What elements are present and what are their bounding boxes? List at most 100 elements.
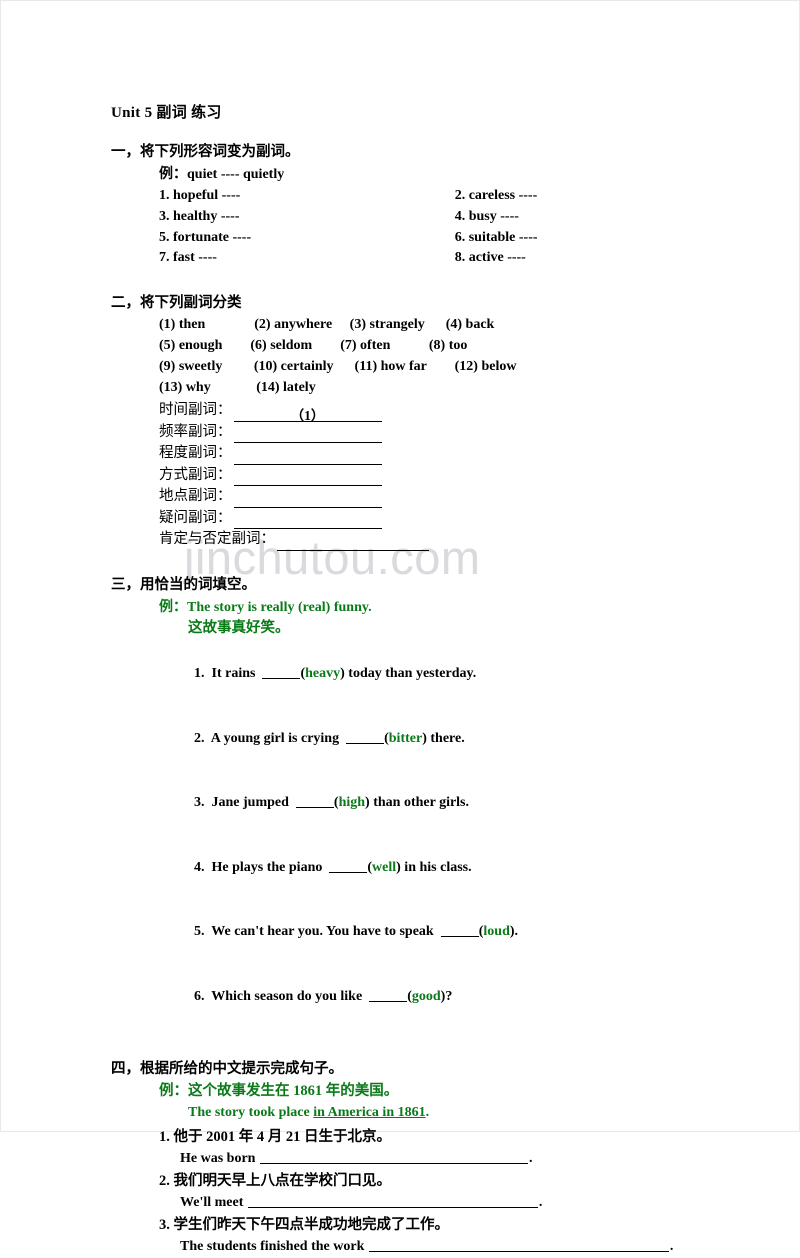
answer-blank[interactable] xyxy=(369,988,408,1002)
category-label: 方式副词： xyxy=(159,466,232,483)
category-answer-blank[interactable]: （1） xyxy=(233,405,382,423)
fill-blank-question: 3. Jane jumped (high) than other girls. xyxy=(194,794,470,811)
answer-blank[interactable] xyxy=(247,1193,538,1208)
question-number: 6. xyxy=(194,988,205,1004)
adjective-item: 5. fortunate ---- xyxy=(159,229,252,245)
question-post: ). xyxy=(509,924,519,940)
category-answer-blank[interactable] xyxy=(277,534,429,551)
word-bank-line: (5) enough (6) seldom (7) often (8) too xyxy=(159,337,468,353)
category-answer-blank[interactable] xyxy=(233,512,382,530)
question-number: 2. xyxy=(194,730,205,746)
example-en-answer: in America in 1861 xyxy=(313,1105,426,1121)
section-three: 三，用恰当的词填空。 例：The story is really (real) … xyxy=(111,573,711,1029)
question-post: ) than other girls. xyxy=(365,795,470,811)
document-content: Unit 5 副词 练习 一，将下列形容词变为副词。 例：quiet ---- … xyxy=(111,101,711,1258)
category-row: 地点副词： xyxy=(159,486,711,508)
adjective-row: 7. fast ---- 8. active ---- xyxy=(159,248,711,269)
section-three-questions: 1. It rains (heavy) today than yesterday… xyxy=(159,642,711,1029)
section-one-items: 1. hopeful ---- 2. careless ---- 3. heal… xyxy=(159,186,711,269)
answer-stem: We'll meet xyxy=(180,1194,244,1210)
category-answer-blank[interactable] xyxy=(233,448,382,465)
word-bank-line: (1) then (2) anywhere (3) strangely (4) … xyxy=(159,317,495,333)
question-pre: We can't hear you. You have to speak xyxy=(211,924,441,940)
category-label: 时间副词： xyxy=(159,402,232,419)
answer-blank[interactable] xyxy=(262,665,301,680)
example-en-pre: The story took place xyxy=(188,1105,314,1121)
category-answer-blank[interactable] xyxy=(233,469,382,487)
section-one-example: 例：quiet ---- quietly xyxy=(159,167,285,182)
example-en-line: 例：The story is really (real) funny. xyxy=(159,597,711,618)
section-three-example: 例：The story is really (real) funny. 这故事真… xyxy=(159,597,711,639)
question-number: 5. xyxy=(194,924,205,940)
category-row: 方式副词： xyxy=(159,465,711,487)
adjective-item: 7. fast ---- xyxy=(159,250,217,266)
translation-prompt: 1. 他于 2001 年 4 月 21 日生于北京。 xyxy=(159,1126,711,1148)
answer-blank[interactable] xyxy=(329,859,368,873)
question-pre: Jane jumped xyxy=(211,795,296,811)
fill-blank-question: 1. It rains (heavy) today than yesterday… xyxy=(194,665,477,682)
fill-blank-question: 2. A young girl is crying (bitter) there… xyxy=(194,730,465,746)
word-cue: good xyxy=(411,988,441,1004)
answer-stem: He was born xyxy=(180,1150,256,1166)
answer-blank[interactable] xyxy=(295,794,334,809)
word-cue: well xyxy=(372,859,397,875)
item-number: 1. xyxy=(159,1128,170,1145)
answer-stem: The students finished the work xyxy=(180,1238,365,1254)
section-two-word-bank: (1) then (2) anywhere (3) strangely (4) … xyxy=(159,315,711,398)
adjective-item: 2. careless ---- xyxy=(454,188,538,203)
question-post: ) today than yesterday. xyxy=(340,666,477,682)
word-cue: bitter xyxy=(388,730,423,746)
word-cue: heavy xyxy=(305,666,341,682)
word-cue: loud xyxy=(483,924,510,940)
category-answer-blank[interactable] xyxy=(233,426,382,444)
prompt-cn: 他于 2001 年 4 月 21 日生于北京。 xyxy=(173,1128,392,1145)
example-label: 例： xyxy=(159,599,187,615)
fill-blank-question: 6. Which season do you like (good)? xyxy=(194,988,453,1004)
answer-blank[interactable] xyxy=(346,730,385,744)
category-row: 时间副词： （1） xyxy=(159,400,711,423)
category-answer-blank[interactable] xyxy=(233,491,382,508)
example-cn-text: 这个故事发生在 1861 年的美国。 xyxy=(188,1082,399,1099)
translation-answer-line: The students finished the work . xyxy=(180,1237,674,1254)
question-number: 4. xyxy=(194,859,205,875)
category-label: 肯定与否定副词： xyxy=(159,531,275,548)
section-four-heading: 四，根据所给的中文提示完成句子。 xyxy=(111,1060,343,1077)
question-post: )? xyxy=(440,988,453,1004)
example-en-post: . xyxy=(425,1105,430,1121)
adjective-row: 5. fortunate ---- 6. suitable ---- xyxy=(159,228,711,249)
word-cue: high xyxy=(338,795,366,811)
section-two: 二，将下列副词分类 (1) then (2) anywhere (3) stra… xyxy=(111,291,711,551)
category-row: 程度副词： xyxy=(159,443,711,465)
question-pre: He plays the piano xyxy=(211,859,330,875)
adjective-item: 8. active ---- xyxy=(454,250,526,266)
section-four-example: 例：这个故事发生在 1861 年的美国。 The story took plac… xyxy=(159,1081,711,1124)
question-post: ) in his class. xyxy=(396,859,472,875)
translation-item: 2. 我们明天早上八点在学校门口见。 We'll meet . xyxy=(159,1170,711,1214)
prompt-cn: 我们明天早上八点在学校门口见。 xyxy=(173,1172,392,1189)
category-row: 肯定与否定副词： xyxy=(159,529,711,551)
translation-prompt: 2. 我们明天早上八点在学校门口见。 xyxy=(159,1170,711,1192)
fill-blank-question: 5. We can't hear you. You have to speak … xyxy=(194,923,519,940)
section-four: 四，根据所给的中文提示完成句子。 例：这个故事发生在 1861 年的美国。 Th… xyxy=(111,1057,711,1258)
adjective-row: 3. healthy ---- 4. busy ---- xyxy=(159,207,711,228)
translation-answer-line: We'll meet . xyxy=(180,1193,543,1210)
word-bank-line: (9) sweetly (10) certainly (11) how far … xyxy=(159,358,517,374)
question-pre: It rains xyxy=(211,666,263,682)
answer-blank[interactable] xyxy=(259,1149,528,1164)
translation-prompt: 3. 学生们昨天下午四点半成功地完成了工作。 xyxy=(159,1214,711,1236)
example-label: 例： xyxy=(159,1082,188,1099)
adjective-item: 6. suitable ---- xyxy=(454,229,538,245)
item-number: 2. xyxy=(159,1172,170,1189)
category-label: 程度副词： xyxy=(159,445,232,462)
section-four-items: 1. 他于 2001 年 4 月 21 日生于北京。 He was born .… xyxy=(159,1126,711,1258)
example-en-text: The story is really (real) funny. xyxy=(187,599,372,615)
translation-item: 3. 学生们昨天下午四点半成功地完成了工作。 The students fini… xyxy=(159,1214,711,1258)
page-title: Unit 5 副词 练习 xyxy=(111,105,222,121)
section-one-heading: 一，将下列形容词变为副词。 xyxy=(111,144,300,160)
answer-blank[interactable] xyxy=(368,1237,669,1252)
question-pre: Which season do you like xyxy=(211,988,370,1004)
answer-blank[interactable] xyxy=(440,923,479,938)
section-one: 一，将下列形容词变为副词。 例：quiet ---- quietly 1. ho… xyxy=(111,140,711,269)
adjective-row: 1. hopeful ---- 2. careless ---- xyxy=(159,186,711,207)
